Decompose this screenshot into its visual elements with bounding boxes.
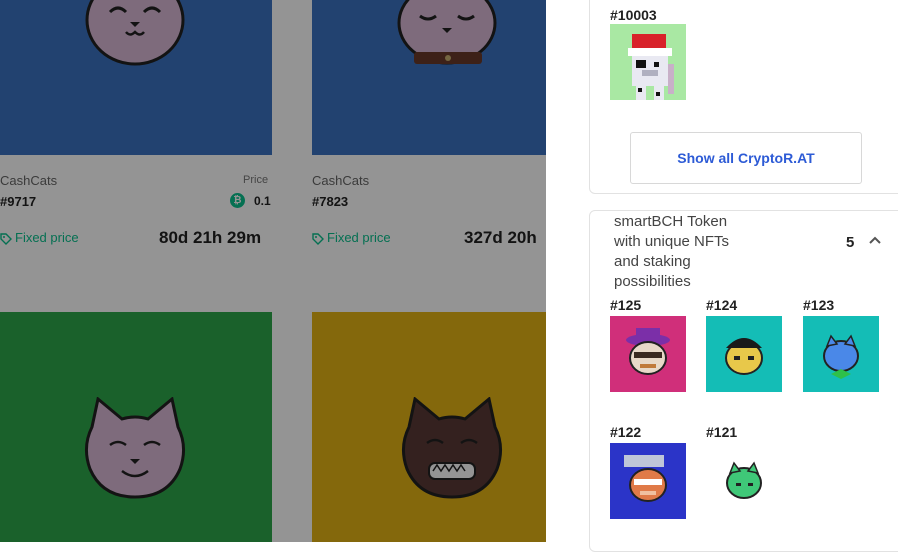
nft-thumbnail[interactable]: [610, 24, 686, 100]
nft-thumbnail[interactable]: [706, 316, 782, 392]
collection-description: smartBCH Token with unique NFTs and stak…: [614, 213, 730, 290]
cat-nft-image: [725, 338, 763, 375]
collection-section-cryptorat: #10003 Show all CryptoR.AT: [589, 0, 898, 194]
cat-nft-image: [823, 334, 859, 379]
modal-backdrop[interactable]: [0, 0, 546, 542]
nft-id: #122: [610, 424, 642, 440]
nft-id: #121: [706, 424, 738, 440]
nft-thumbnail[interactable]: [610, 443, 686, 519]
rat-nft-image: [628, 34, 674, 100]
collections-panel: #10003 Show all CryptoR.AT smartBCH Toke…: [546, 0, 898, 552]
show-all-cryptorat-button[interactable]: Show all CryptoR.AT: [630, 132, 862, 184]
chevron-up-icon[interactable]: [868, 235, 882, 245]
nft-id: #123: [803, 297, 835, 313]
nft-thumbnail[interactable]: [610, 316, 686, 392]
collection-section-smartbch: smartBCH Token with unique NFTs and stak…: [589, 210, 898, 552]
cat-nft-image: [626, 328, 670, 375]
cat-nft-image: [726, 461, 762, 499]
nft-thumbnail[interactable]: [803, 316, 879, 392]
nft-thumbnail[interactable]: [706, 443, 782, 519]
cat-nft-image: [624, 455, 667, 502]
nft-id: #125: [610, 297, 642, 313]
nft-id: #124: [706, 297, 738, 313]
nft-id: #10003: [610, 7, 657, 23]
collection-count: 5: [846, 234, 855, 251]
